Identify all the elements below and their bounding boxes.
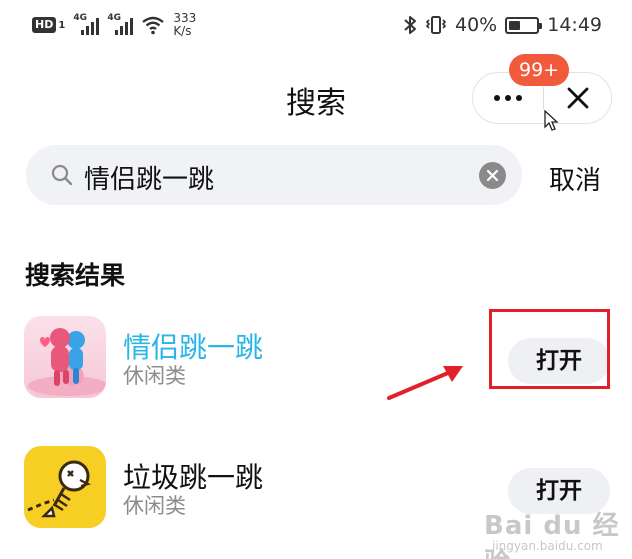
watermark-url: jingyan.baidu.com bbox=[492, 539, 603, 553]
network-speed-unit: K/s bbox=[173, 24, 192, 38]
clear-search-button[interactable] bbox=[479, 162, 506, 189]
status-bar-right: 40% 14:49 bbox=[403, 14, 602, 36]
wifi-icon bbox=[142, 16, 165, 35]
battery-icon bbox=[505, 16, 543, 34]
bluetooth-icon bbox=[404, 16, 416, 34]
network-speed: 333 K/s bbox=[173, 12, 196, 38]
baidu-jingyan-watermark: Bai du 经验 jingyan.baidu.com bbox=[484, 505, 632, 559]
red-arrow-icon bbox=[387, 366, 463, 400]
hd-voice-icon: HD bbox=[32, 17, 57, 33]
search-input[interactable]: 情侣跳一跳 bbox=[26, 145, 522, 205]
close-icon bbox=[567, 87, 589, 109]
battery-percent: 40% bbox=[455, 14, 498, 36]
red-highlight-box bbox=[489, 309, 610, 389]
sim2-signal-icon: 4G bbox=[107, 13, 134, 35]
search-icon bbox=[51, 164, 73, 186]
status-bar-left: HD 1 4G 4G 333 K/s bbox=[32, 12, 196, 38]
search-query-text[interactable]: 情侣跳一跳 bbox=[84, 159, 214, 196]
more-dots-icon bbox=[494, 95, 500, 101]
clock: 14:49 bbox=[547, 14, 602, 36]
notification-badge: 99+ bbox=[509, 54, 570, 86]
mouse-cursor-icon bbox=[544, 110, 559, 131]
app-category: 休闲类 bbox=[123, 364, 186, 388]
clear-icon bbox=[486, 169, 499, 182]
hd-sim-index: 1 bbox=[58, 19, 66, 31]
trash-jump-game-icon bbox=[24, 446, 106, 528]
status-bar: HD 1 4G 4G 333 K/s 40% 14:49 bbox=[0, 0, 632, 56]
sim1-signal-icon: 4G bbox=[73, 13, 100, 35]
couple-jump-game-icon bbox=[24, 316, 106, 398]
cancel-button[interactable]: 取消 bbox=[549, 160, 601, 197]
app-category: 休闲类 bbox=[123, 494, 186, 518]
results-heading: 搜索结果 bbox=[25, 261, 126, 290]
vibrate-icon bbox=[425, 16, 447, 34]
